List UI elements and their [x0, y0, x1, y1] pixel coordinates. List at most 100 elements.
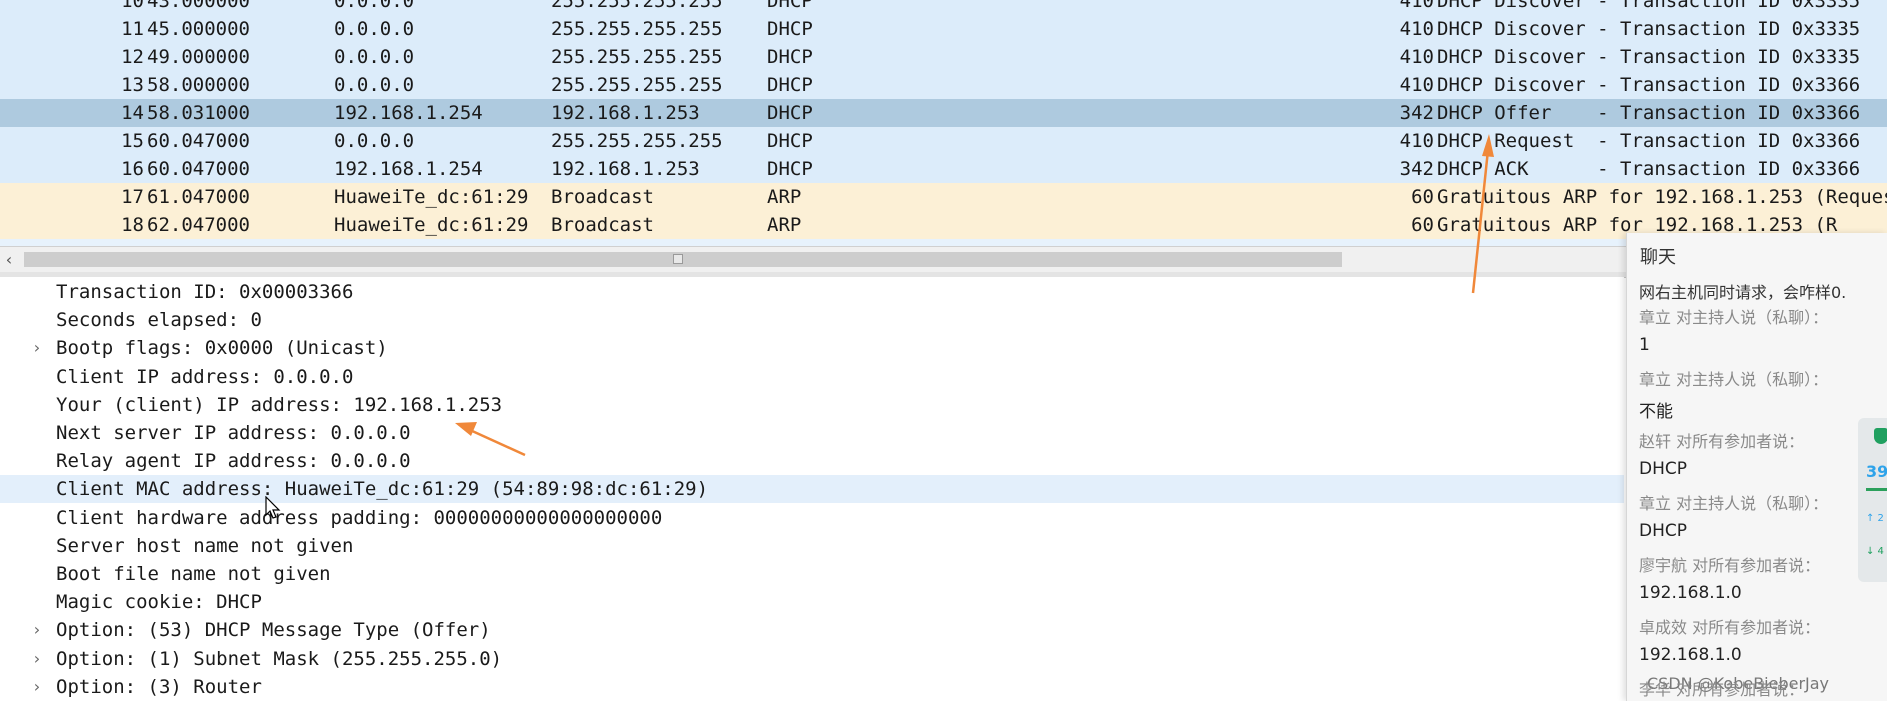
packet-cell-length: 410 [1399, 46, 1434, 68]
upload-rate: ↑ 2 [1866, 513, 1884, 524]
packet-row[interactable]: 12 49.000000 0.0.0.0 255.255.255.255 DHCP 410… [0, 43, 1887, 71]
packet-cell-protocol: DHCP [767, 102, 813, 124]
packet-cell-protocol: DHCP [767, 0, 813, 12]
packet-cell-time: 60.047000 [147, 130, 250, 152]
packet-cell-protocol: DHCP [767, 74, 813, 96]
packet-cell-destination: 192.168.1.253 [551, 158, 700, 180]
chat-sender: 廖宇航 对所有参加者说： [1639, 556, 1821, 575]
chat-sender: 章立 对主持人说（私聊）： [1639, 494, 1829, 513]
detail-row[interactable]: › Option: (3) Router [0, 673, 1624, 701]
packet-cell-source: 0.0.0.0 [334, 74, 415, 96]
detail-row[interactable]: Client IP address: 0.0.0.0 [0, 363, 1624, 391]
packet-row[interactable]: 16 60.047000 192.168.1.254 192.168.1.253 DHC… [0, 155, 1887, 183]
packet-cell-length: 342 [1399, 158, 1434, 180]
detail-text: Relay agent IP address: 0.0.0.0 [56, 450, 411, 473]
detail-row[interactable]: Client MAC address: HuaweiTe_dc:61:29 (5… [0, 475, 1624, 504]
detail-row[interactable]: Next server IP address: 0.0.0.0 [0, 419, 1624, 447]
packet-row[interactable]: 15 60.047000 0.0.0.0 255.255.255.255 DHCP 410… [0, 127, 1887, 155]
detail-row[interactable]: Server host name not given [0, 532, 1624, 560]
packet-cell-protocol: ARP [767, 214, 802, 236]
scroll-left-icon[interactable]: ‹ [2, 247, 16, 273]
packet-cell-source: 192.168.1.254 [334, 158, 483, 180]
detail-row[interactable]: › Option: (53) DHCP Message Type (Offer) [0, 616, 1624, 644]
expand-chevron-icon[interactable]: › [30, 616, 44, 644]
detail-row[interactable]: Relay agent IP address: 0.0.0.0 [0, 447, 1624, 475]
packet-cell-info: DHCP Discover - Transaction ID 0x3335 [1437, 18, 1861, 40]
chat-title: 聊天 [1640, 247, 1676, 268]
packet-cell-destination: 255.255.255.255 [551, 0, 723, 12]
packet-row[interactable]: 18 62.047000 HuaweiTe_dc:61:29 Broadcast ARP… [0, 211, 1887, 239]
chat-message-text: 192.168.1.0 [1639, 583, 1742, 603]
detail-row[interactable]: Transaction ID: 0x00003366 [0, 278, 1624, 306]
packet-cell-time: 49.000000 [147, 46, 250, 68]
chat-sender: 李华 对所有参加者说： [1639, 680, 1805, 699]
expand-chevron-icon[interactable]: › [30, 673, 44, 701]
detail-row[interactable]: Seconds elapsed: 0 [0, 306, 1624, 334]
detail-row[interactable]: › Bootp flags: 0x0000 (Unicast) [0, 334, 1624, 362]
packet-cell-no: 13 [121, 74, 144, 96]
packet-cell-time: 45.000000 [147, 18, 250, 40]
chat-message-text: 192.168.1.0 [1639, 645, 1742, 665]
scroll-thumb[interactable] [24, 252, 1342, 267]
detail-text: Seconds elapsed: 0 [56, 309, 262, 332]
shield-icon [1874, 428, 1887, 444]
packet-cell-length: 60 [1411, 214, 1434, 236]
packet-cell-destination: 255.255.255.255 [551, 74, 723, 96]
packet-cell-protocol: ARP [767, 186, 802, 208]
packet-cell-source: HuaweiTe_dc:61:29 [334, 186, 529, 208]
download-rate: ↓ 4 [1866, 546, 1884, 557]
chat-sender: 章立 对主持人说（私聊）： [1639, 308, 1829, 327]
packet-cell-source: 0.0.0.0 [334, 130, 415, 152]
packet-cell-protocol: DHCP [767, 158, 813, 180]
detail-row[interactable]: Boot file name not given [0, 560, 1624, 588]
network-monitor-widget[interactable]: 39 ↑ 2 ↓ 4 [1858, 418, 1887, 582]
packet-cell-info: DHCP ACK - Transaction ID 0x3366 [1437, 158, 1861, 180]
packet-row[interactable]: 14 58.031000 192.168.1.254 192.168.1.253 DHC… [0, 99, 1887, 127]
chat-message-text: DHCP [1639, 459, 1687, 479]
scroll-grip-icon[interactable] [673, 254, 683, 264]
packet-row[interactable]: 10 43.000000 0.0.0.0 255.255.255.255 DHCP 410… [0, 0, 1887, 15]
packet-cell-time: 43.000000 [147, 0, 250, 12]
packet-cell-length: 410 [1399, 74, 1434, 96]
packet-cell-info: Gratuitous ARP for 192.168.1.253 (Reques [1437, 186, 1887, 208]
packet-cell-destination: Broadcast [551, 186, 654, 208]
detail-text: Client hardware address padding: 0000000… [56, 506, 663, 529]
packet-cell-time: 60.047000 [147, 158, 250, 180]
detail-text: Option: (1) Subnet Mask (255.255.255.0) [56, 647, 503, 670]
packet-cell-protocol: DHCP [767, 46, 813, 68]
packet-cell-protocol: DHCP [767, 18, 813, 40]
expand-chevron-icon[interactable]: › [30, 645, 44, 673]
packet-cell-info: DHCP Request - Transaction ID 0x3366 [1437, 130, 1861, 152]
packet-details: Transaction ID: 0x00003366 Seconds elapse… [0, 277, 1624, 701]
packet-cell-destination: 255.255.255.255 [551, 130, 723, 152]
packet-cell-time: 58.031000 [147, 102, 250, 124]
packet-cell-info: DHCP Discover - Transaction ID 0x3366 [1437, 74, 1861, 96]
detail-row[interactable]: › Option: (1) Subnet Mask (255.255.255.0) [0, 645, 1624, 673]
widget-bar [1866, 488, 1887, 491]
chat-message-text: 不能 [1639, 402, 1673, 422]
chat-sender: 章立 对主持人说（私聊）： [1639, 370, 1829, 389]
detail-text: Your (client) IP address: 192.168.1.253 [56, 393, 503, 416]
chat-panel: 聊天 网右主机同时请求，会咋样0. CSDN @KobeBieberJay 章立… [1626, 233, 1887, 701]
packet-list-hscrollbar[interactable]: ‹ [0, 246, 1626, 273]
detail-text: Boot file name not given [56, 563, 331, 585]
detail-row[interactable]: Magic cookie: DHCP [0, 588, 1624, 616]
detail-text: Server host name not given [56, 534, 354, 557]
detail-row[interactable]: Client hardware address padding: 0000000… [0, 504, 1624, 532]
packet-row[interactable]: 17 61.047000 HuaweiTe_dc:61:29 Broadcast ARP… [0, 183, 1887, 211]
packet-cell-destination: Broadcast [551, 214, 654, 236]
packet-cell-no: 14 [121, 102, 144, 124]
packet-cell-no: 11 [121, 18, 144, 40]
packet-cell-length: 410 [1399, 0, 1434, 12]
detail-row[interactable]: Your (client) IP address: 192.168.1.253 [0, 391, 1624, 419]
mouse-pointer-icon [265, 496, 281, 519]
packet-row[interactable]: 11 45.000000 0.0.0.0 255.255.255.255 DHCP 410… [0, 15, 1887, 43]
packet-cell-destination: 192.168.1.253 [551, 102, 700, 124]
packet-cell-no: 17 [121, 186, 144, 208]
packet-list: 10 43.000000 0.0.0.0 255.255.255.255 DHCP 410… [0, 0, 1887, 252]
detail-text: Magic cookie: DHCP [56, 591, 262, 614]
expand-chevron-icon[interactable]: › [30, 334, 44, 362]
packet-row[interactable]: 13 58.000000 0.0.0.0 255.255.255.255 DHCP 410… [0, 71, 1887, 99]
packet-cell-protocol: DHCP [767, 130, 813, 152]
packet-cell-time: 62.047000 [147, 214, 250, 236]
